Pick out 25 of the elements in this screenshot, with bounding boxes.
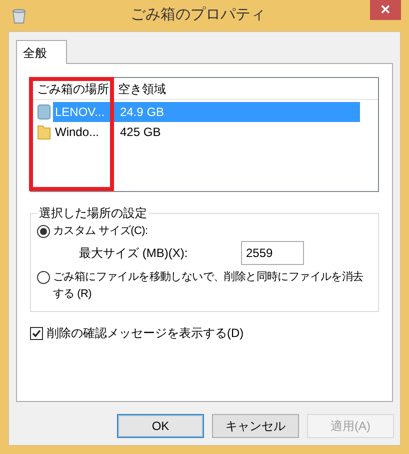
window-title: ごみ箱のプロパティ — [130, 5, 266, 26]
column-header[interactable]: 空き領域 — [114, 80, 378, 98]
location-name: LENOV... — [53, 102, 116, 122]
dialog-button[interactable]: キャンセル — [212, 414, 299, 438]
recycle-bin-icon — [12, 8, 26, 24]
column-header[interactable]: ごみ箱の場所 — [31, 80, 114, 98]
checkbox-label: 削除の確認メッセージを表示する(D) — [47, 325, 244, 342]
free-space: 24.9 GB — [116, 102, 360, 122]
radio-button[interactable] — [37, 225, 50, 238]
radio-button[interactable] — [37, 271, 50, 284]
free-space: 425 GB — [119, 124, 162, 141]
location-name: Windo... — [54, 124, 100, 141]
tab[interactable]: 全般 — [16, 40, 67, 64]
dialog-button[interactable]: OK — [117, 414, 204, 438]
drive-icon — [37, 104, 51, 120]
radio-label: ごみ箱にファイルを移動しないで、削除と同時にファイルを消去する (R) — [53, 270, 364, 302]
check-icon — [32, 328, 41, 338]
max-size-label: 最大サイズ (MB)(X): — [79, 245, 189, 262]
max-size-field[interactable]: 2559 — [241, 241, 304, 265]
folder-icon — [37, 124, 51, 140]
location-row[interactable]: Windo... 425 GB — [31, 122, 378, 142]
radio-label: カスタム サイズ(C): — [53, 224, 148, 239]
checkbox[interactable] — [30, 326, 43, 340]
group-title: 選択した場所の設定 — [38, 205, 148, 222]
close-button[interactable]: ✕ — [370, 0, 401, 20]
